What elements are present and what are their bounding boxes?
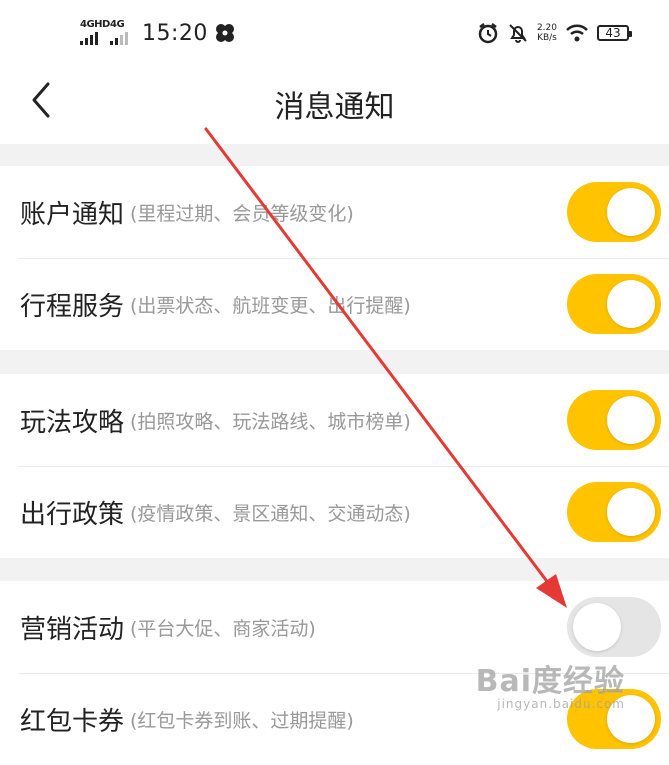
settings-group-1: 账户通知 (里程过期、会员等级变化) 行程服务 (出票状态、航班变更、出行提醒): [0, 166, 669, 350]
setting-row-trip: 行程服务 (出票状态、航班变更、出行提醒): [0, 258, 669, 350]
toggle-knob: [573, 603, 621, 651]
signal-4ghd-label: 4GHD: [80, 19, 110, 30]
setting-title: 行程服务: [20, 291, 125, 322]
signal-4ghd: 4GHD: [80, 19, 110, 45]
settings-group-2: 玩法攻略 (拍照攻略、玩法路线、城市榜单) 出行政策 (疫情政策、景区通知、交通…: [0, 374, 669, 558]
battery-level: 43: [605, 26, 621, 40]
toggle-knob: [607, 488, 655, 536]
setting-title: 账户通知: [20, 199, 125, 230]
network-speed-unit: KB/s: [537, 33, 557, 43]
toggle-switch-policy[interactable]: [567, 482, 661, 542]
toggle-switch-account[interactable]: [567, 182, 661, 242]
mute-bell-icon: [509, 24, 527, 43]
baidu-watermark: Bai度经验 jingyan.baidu.com: [475, 664, 625, 712]
status-bar: 4GHD 4G 15:20 2.20 KB/s 43: [0, 0, 669, 64]
setting-row-marketing: 营销活动 (平台大促、商家活动): [0, 581, 669, 673]
wifi-icon: [566, 24, 588, 42]
status-right: 2.20 KB/s 43: [477, 18, 632, 48]
clock-time: 15:20: [142, 20, 208, 46]
setting-subtitle: (平台大促、商家活动): [130, 617, 316, 640]
setting-subtitle: (拍照攻略、玩法路线、城市榜单): [130, 410, 411, 433]
setting-subtitle: (出票状态、航班变更、出行提醒): [130, 294, 411, 317]
battery-icon: 43: [597, 25, 632, 41]
setting-row-account: 账户通知 (里程过期、会员等级变化): [0, 166, 669, 258]
setting-title: 出行政策: [20, 499, 125, 530]
signal-4g-label: 4G: [110, 19, 125, 30]
setting-title: 玩法攻略: [20, 407, 125, 438]
toggle-switch-trip[interactable]: [567, 274, 661, 334]
status-left: 4GHD 4G 15:20: [80, 16, 236, 50]
toggle-knob: [607, 280, 655, 328]
network-speed-value: 2.20: [536, 23, 557, 33]
watermark-sub: jingyan.baidu.com: [497, 697, 625, 711]
watermark-main: Bai度经验: [475, 664, 625, 699]
toggle-switch-marketing[interactable]: [567, 597, 661, 657]
nav-bar: 消息通知: [0, 64, 669, 144]
setting-title: 红包卡券: [20, 706, 125, 737]
page-title: 消息通知: [274, 90, 395, 125]
setting-subtitle: (红包卡券到账、过期提醒): [130, 709, 354, 732]
alarm-clock-icon: [478, 23, 498, 44]
setting-title: 营销活动: [20, 614, 125, 645]
toggle-knob: [607, 396, 655, 444]
toggle-switch-guide[interactable]: [567, 390, 661, 450]
setting-subtitle: (里程过期、会员等级变化): [130, 202, 354, 225]
fan-icon: [215, 24, 234, 42]
setting-row-guide: 玩法攻略 (拍照攻略、玩法路线、城市榜单): [0, 374, 669, 466]
signal-4g: 4G: [110, 19, 128, 45]
setting-row-policy: 出行政策 (疫情政策、景区通知、交通动态): [0, 466, 669, 558]
toggle-knob: [607, 188, 655, 236]
setting-subtitle: (疫情政策、景区通知、交通动态): [130, 502, 411, 525]
network-speed: 2.20 KB/s: [537, 23, 557, 43]
